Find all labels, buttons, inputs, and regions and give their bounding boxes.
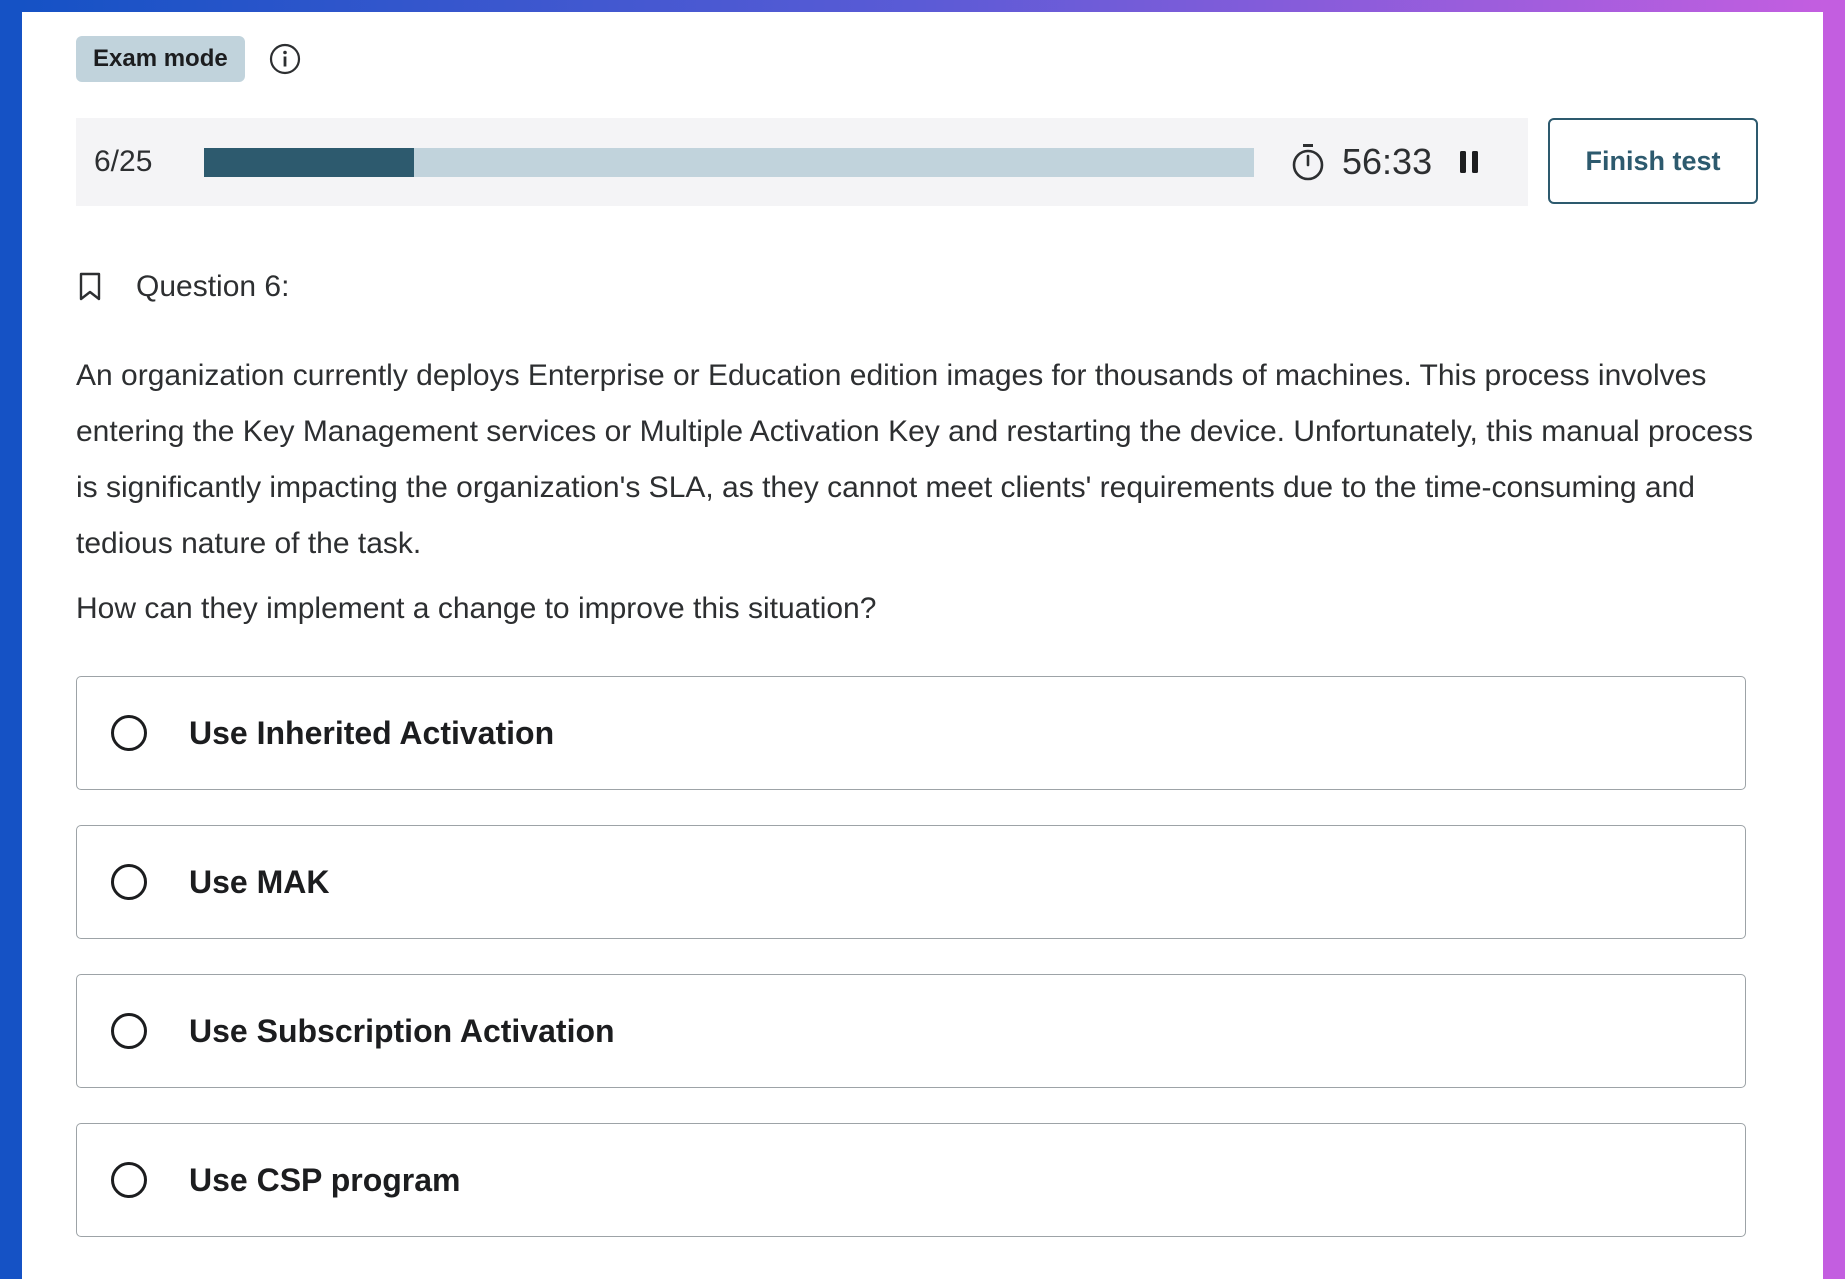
app-frame: Exam mode 6/25 56:33 Finish test Questio… bbox=[0, 0, 1845, 1279]
answer-option-label: Use Subscription Activation bbox=[189, 1012, 615, 1049]
question-heading: Question 6: bbox=[136, 270, 290, 303]
answer-option[interactable]: Use CSP program bbox=[76, 1123, 1746, 1237]
progress-bar bbox=[204, 147, 1254, 177]
finish-test-button[interactable]: Finish test bbox=[1548, 118, 1758, 204]
answer-option[interactable]: Use Inherited Activation bbox=[76, 676, 1746, 790]
radio-button[interactable] bbox=[111, 715, 147, 751]
progress-panel: 6/25 56:33 bbox=[76, 118, 1528, 206]
radio-button[interactable] bbox=[111, 864, 147, 900]
question-prompt: How can they implement a change to impro… bbox=[76, 592, 877, 625]
mode-row: Exam mode bbox=[76, 36, 303, 82]
bookmark-icon[interactable] bbox=[76, 271, 104, 303]
radio-button[interactable] bbox=[111, 1162, 147, 1198]
stopwatch-icon bbox=[1288, 142, 1328, 182]
question-text: An organization currently deploys Enterp… bbox=[76, 359, 1753, 560]
answer-option[interactable]: Use MAK bbox=[76, 825, 1746, 939]
timer-value: 56:33 bbox=[1342, 141, 1433, 182]
timer: 56:33 bbox=[1288, 141, 1484, 183]
pause-icon[interactable] bbox=[1454, 147, 1484, 177]
answer-option-label: Use CSP program bbox=[189, 1161, 461, 1198]
info-circle-icon[interactable] bbox=[267, 41, 303, 77]
answer-options: Use Inherited Activation Use MAK Use Sub… bbox=[76, 676, 1746, 1272]
answer-option[interactable]: Use Subscription Activation bbox=[76, 974, 1746, 1088]
progress-bar-fill bbox=[204, 147, 414, 177]
answer-option-label: Use MAK bbox=[189, 863, 330, 900]
progress-row: 6/25 56:33 Finish test bbox=[76, 118, 1776, 206]
exam-mode-badge: Exam mode bbox=[76, 36, 245, 82]
answer-option-label: Use Inherited Activation bbox=[189, 714, 555, 751]
question-counter: 6/25 bbox=[94, 145, 153, 178]
radio-button[interactable] bbox=[111, 1013, 147, 1049]
question-header: Question 6: bbox=[76, 270, 289, 304]
